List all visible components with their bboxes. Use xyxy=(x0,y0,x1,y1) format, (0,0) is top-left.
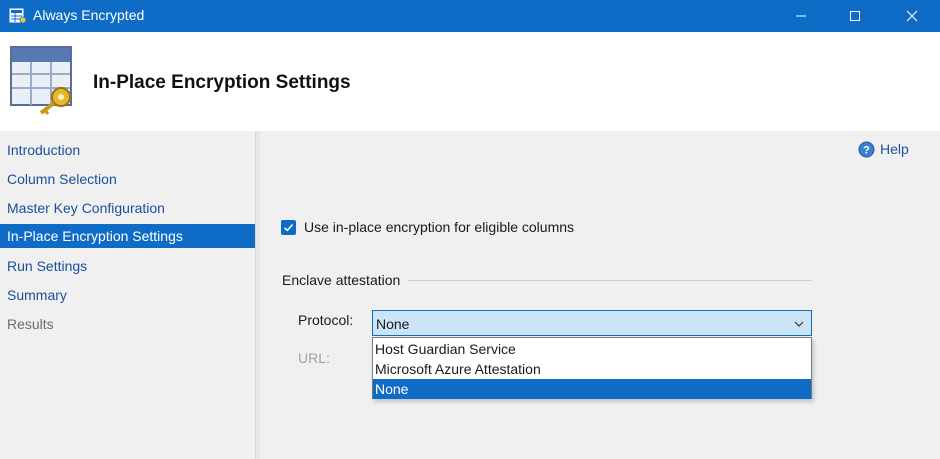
dropdown-option-microsoft-azure-attestation[interactable]: Microsoft Azure Attestation xyxy=(373,359,811,379)
chevron-down-icon xyxy=(794,321,804,327)
sidebar-item-run-settings[interactable]: Run Settings xyxy=(0,254,255,278)
table-key-icon xyxy=(10,46,72,115)
help-label: Help xyxy=(880,141,909,157)
checkmark-icon xyxy=(283,223,294,232)
protocol-label: Protocol: xyxy=(298,312,354,328)
close-button[interactable] xyxy=(889,0,935,32)
inplace-encryption-label[interactable]: Use in-place encryption for eligible col… xyxy=(304,219,574,235)
page-title: In-Place Encryption Settings xyxy=(93,72,351,93)
app-icon xyxy=(9,8,27,24)
enclave-attestation-group-title: Enclave attestation xyxy=(282,272,401,288)
svg-text:?: ? xyxy=(863,144,870,156)
title-bar: Always Encrypted xyxy=(0,0,940,32)
wizard-header: In-Place Encryption Settings xyxy=(0,32,940,131)
inplace-encryption-checkbox[interactable] xyxy=(281,219,296,235)
help-icon: ? xyxy=(858,141,875,157)
protocol-select[interactable]: None xyxy=(372,310,812,336)
sidebar-item-column-selection[interactable]: Column Selection xyxy=(0,167,255,191)
dropdown-option-host-guardian-service[interactable]: Host Guardian Service xyxy=(373,339,811,359)
sidebar-item-summary[interactable]: Summary xyxy=(0,283,255,307)
sidebar-item-results: Results xyxy=(7,316,54,332)
inplace-encryption-option: Use in-place encryption for eligible col… xyxy=(281,219,574,235)
content-panel xyxy=(260,131,940,459)
help-link[interactable]: ? Help xyxy=(858,140,909,158)
wizard-steps-sidebar: Introduction Column Selection Master Key… xyxy=(0,131,256,459)
protocol-selected-value: None xyxy=(376,316,410,332)
minimize-button[interactable] xyxy=(778,0,824,32)
sidebar-item-introduction[interactable]: Introduction xyxy=(0,138,255,162)
maximize-button[interactable] xyxy=(832,0,878,32)
group-separator xyxy=(408,280,812,281)
close-icon xyxy=(906,10,918,22)
dropdown-option-none[interactable]: None xyxy=(373,379,811,399)
protocol-dropdown-list: Host Guardian Service Microsoft Azure At… xyxy=(372,337,812,399)
url-label: URL: xyxy=(298,350,330,366)
sidebar-item-in-place-encryption-settings[interactable]: In-Place Encryption Settings xyxy=(0,224,255,248)
minimize-icon xyxy=(796,15,806,17)
window-title: Always Encrypted xyxy=(33,7,145,23)
maximize-icon xyxy=(850,11,860,21)
sidebar-item-master-key-configuration[interactable]: Master Key Configuration xyxy=(0,196,255,220)
